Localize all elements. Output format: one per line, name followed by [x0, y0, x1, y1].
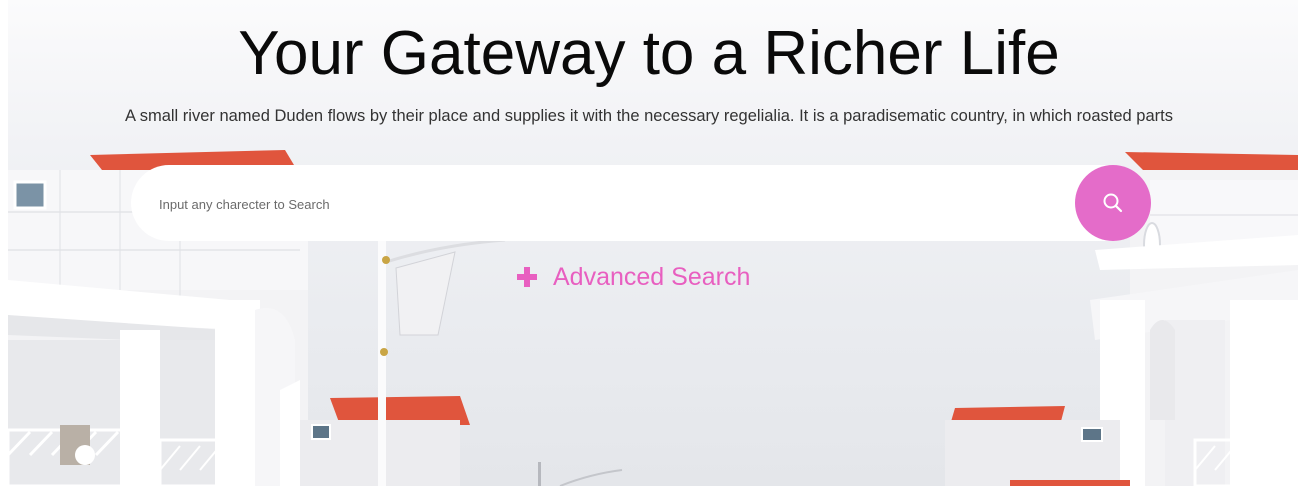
search-bar	[131, 165, 1151, 243]
search-icon	[1103, 193, 1123, 213]
page-subtitle: A small river named Duden flows by their…	[125, 107, 1173, 125]
advanced-search-label: Advanced Search	[553, 262, 751, 291]
plus-icon	[517, 267, 537, 287]
search-input[interactable]	[157, 165, 1061, 243]
page-title: Your Gateway to a Richer Life	[238, 19, 1060, 88]
hero-content: Your Gateway to a Richer Life A small ri…	[0, 0, 1298, 486]
advanced-search-link[interactable]: Advanced Search	[516, 260, 750, 294]
search-button[interactable]	[1075, 165, 1151, 241]
hero-section: Your Gateway to a Richer Life A small ri…	[0, 0, 1298, 486]
